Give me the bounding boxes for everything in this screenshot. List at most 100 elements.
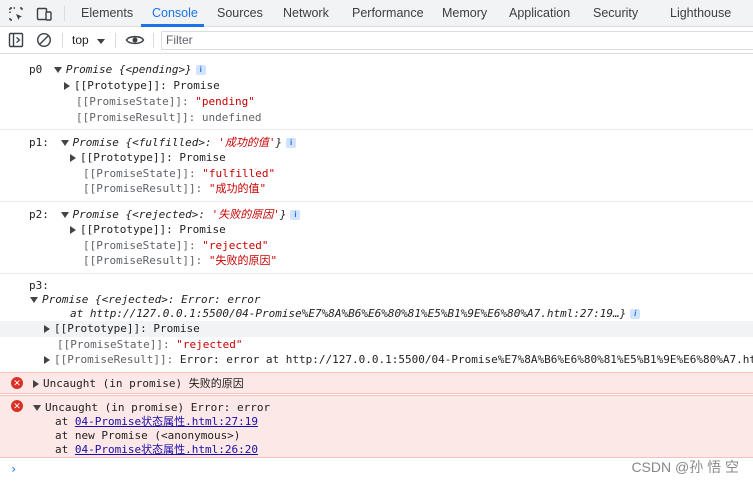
filter-input[interactable]: Filter — [161, 31, 753, 50]
source-link[interactable]: 04-Promise状态属性.html:27:19 — [75, 415, 258, 428]
stack-prefix: at — [55, 443, 75, 456]
tab-elements[interactable]: Elements — [81, 0, 133, 27]
error-icon: ✕ — [11, 400, 23, 412]
promise-summary[interactable]: Promise {<pending>} — [66, 63, 192, 76]
console-message-p0: p0 Promise {<pending>} i [[Prototype]]: P… — [0, 54, 753, 130]
clear-console-icon[interactable] — [36, 32, 52, 48]
sidebar-toggle-icon[interactable] — [8, 32, 24, 48]
error-message-2: ✕ Uncaught (in promise) Error: error at … — [0, 395, 753, 458]
expand-triangle-icon[interactable] — [70, 154, 76, 162]
tab-performance[interactable]: Performance — [352, 0, 424, 27]
prototype-prop: [[Prototype]]: Promise — [80, 223, 226, 236]
prop-key: [[PromiseState]]: — [76, 95, 189, 108]
expand-triangle-icon[interactable] — [64, 82, 70, 90]
tab-memory[interactable]: Memory — [442, 0, 487, 27]
watermark: CSDN @孙 悟 空 — [631, 459, 739, 475]
property-row: [[PromiseState]]: "fulfilled" — [83, 166, 275, 181]
context-selector-value: top — [72, 33, 89, 47]
property-row[interactable]: [[Prototype]]: Promise — [64, 78, 220, 93]
log-row: p0 Promise {<pending>} i — [29, 62, 206, 77]
tab-application[interactable]: Application — [509, 0, 570, 27]
tabbar-separator — [64, 6, 65, 21]
property-row: [[PromiseState]]: "pending" — [76, 94, 255, 109]
chevron-down-icon — [97, 39, 105, 44]
prop-value: "fulfilled" — [202, 167, 276, 180]
expand-triangle-icon[interactable] — [30, 297, 38, 303]
error-text: Uncaught (in promise) 失败的原因 — [43, 377, 244, 390]
expand-triangle-icon[interactable] — [44, 325, 50, 333]
expand-triangle-icon[interactable] — [44, 356, 50, 364]
device-toolbar-icon[interactable] — [36, 6, 52, 22]
log-label: p3: — [29, 279, 49, 292]
log-label: p0 — [29, 63, 43, 76]
tab-lighthouse[interactable]: Lighthouse — [670, 0, 731, 27]
info-icon: i — [290, 210, 301, 220]
toolbar-separator — [153, 33, 154, 48]
context-selector[interactable]: top — [72, 27, 89, 54]
inspect-element-icon[interactable] — [8, 6, 24, 22]
prop-key: [[PromiseResult]]: — [83, 254, 203, 267]
tab-console[interactable]: Console — [152, 0, 198, 27]
prop-value: "成功的值" — [208, 182, 267, 195]
expand-triangle-icon[interactable] — [33, 405, 41, 411]
expand-triangle-icon[interactable] — [60, 212, 69, 218]
stack-frame: at 04-Promise状态属性.html:27:19 — [55, 414, 258, 429]
devtools-tabbar: Elements Console Sources Network Perform… — [0, 0, 753, 27]
console-message-p1: p1: Promise {<fulfilled>: '成功的值'} i [[Pro… — [0, 130, 753, 202]
summary-text: Promise {<rejected>: — [72, 208, 212, 221]
info-icon: i — [195, 65, 206, 75]
prop-value: "rejected" — [176, 338, 243, 351]
tab-sources[interactable]: Sources — [217, 0, 263, 27]
toolbar-separator — [115, 33, 116, 48]
prop-key: [[PromiseResult]]: — [83, 182, 203, 195]
stack-frame: at 04-Promise状态属性.html:26:20 — [55, 442, 258, 457]
expand-triangle-icon[interactable] — [70, 226, 76, 234]
summary-value: '失败的原因' — [211, 208, 280, 221]
tab-security[interactable]: Security — [593, 0, 638, 27]
expand-triangle-icon[interactable] — [53, 67, 62, 73]
summary-close: } — [279, 208, 287, 221]
error-row[interactable]: Uncaught (in promise) 失败的原因 — [33, 376, 244, 391]
prototype-prop: [[Prototype]]: Promise — [54, 322, 200, 335]
expand-triangle-icon[interactable] — [60, 140, 69, 146]
prop-key: [[PromiseResult]]: — [76, 111, 196, 124]
log-label: p1: — [29, 136, 49, 149]
log-label: p2: — [29, 208, 49, 221]
summary-stack: at http://127.0.0.1:5500/04-Promise%E7%8… — [70, 307, 627, 320]
prop-key: [[PromiseState]]: — [83, 167, 196, 180]
log-row: p1: Promise {<fulfilled>: '成功的值'} i — [29, 135, 297, 150]
promise-summary: Promise {<rejected>: Error: error — [42, 293, 261, 306]
console-prompt[interactable]: › — [10, 462, 17, 476]
expand-triangle-icon[interactable] — [33, 380, 39, 388]
stack-frame: at new Promise (<anonymous>) — [55, 429, 241, 442]
prop-value: undefined — [201, 111, 262, 124]
prop-key: [[PromiseState]]: — [57, 338, 170, 351]
toolbar-separator — [62, 33, 63, 48]
prop-value: Error: error at http://127.0.0.1:5500/04… — [179, 353, 753, 366]
source-link[interactable]: 04-Promise状态属性.html:26:20 — [75, 443, 258, 456]
console-message-p3: p3: Promise {<rejected>: Error: error at… — [0, 274, 753, 372]
console-message-p2: p2: Promise {<rejected>: '失败的原因'} i [[Pro… — [0, 202, 753, 274]
property-row[interactable]: [[Prototype]]: Promise — [70, 150, 226, 165]
promise-summary[interactable]: Promise {<fulfilled>: '成功的值'} — [73, 136, 283, 149]
property-row[interactable]: [[Prototype]]: Promise — [44, 321, 200, 336]
property-row: [[PromiseState]]: "rejected" — [57, 337, 242, 352]
prototype-prop: [[Prototype]]: Promise — [74, 79, 220, 92]
prototype-prop: [[Prototype]]: Promise — [80, 151, 226, 164]
eye-icon[interactable] — [125, 32, 145, 48]
log-row[interactable]: Promise {<rejected>: Error: error — [30, 292, 261, 307]
tab-network[interactable]: Network — [283, 0, 329, 27]
console-toolbar: top Filter — [0, 27, 753, 54]
property-row: [[PromiseResult]]: "失败的原因" — [83, 253, 277, 268]
prop-key: [[PromiseState]]: — [83, 239, 196, 252]
summary-text: Promise {<fulfilled>: — [72, 136, 219, 149]
info-icon: i — [286, 138, 297, 148]
property-row[interactable]: [[PromiseResult]]: Error: error at http:… — [44, 352, 753, 367]
stack-prefix: at — [55, 415, 75, 428]
promise-summary[interactable]: Promise {<rejected>: '失败的原因'} — [73, 208, 287, 221]
property-row[interactable]: [[Prototype]]: Promise — [70, 222, 226, 237]
filter-placeholder: Filter — [166, 33, 193, 47]
error-row[interactable]: Uncaught (in promise) Error: error — [33, 400, 270, 415]
prop-value: "失败的原因" — [208, 254, 278, 267]
error-text: Uncaught (in promise) Error: error — [45, 401, 271, 414]
